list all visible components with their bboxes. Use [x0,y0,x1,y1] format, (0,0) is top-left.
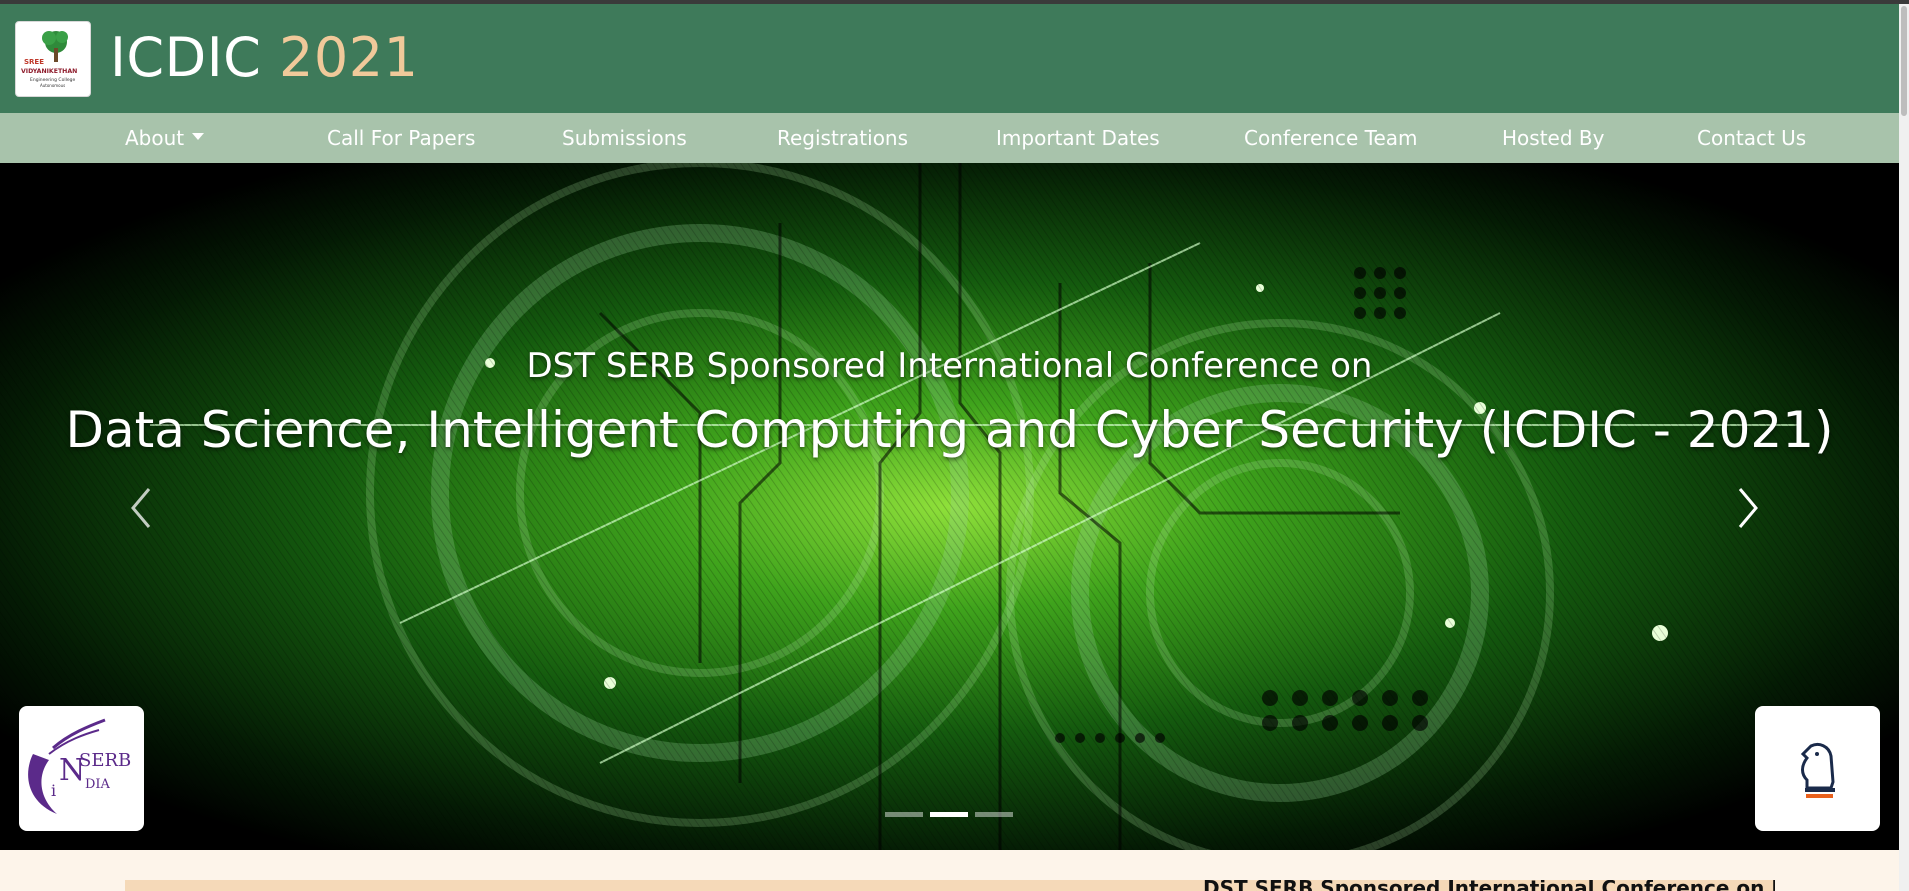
carousel-next-button[interactable] [1732,483,1762,533]
site-title[interactable]: ICDIC 2021 [110,26,418,90]
nav-item-about[interactable]: About [125,113,205,163]
india-logo-text: DIA [85,777,111,792]
carousel-indicator-3[interactable] [975,812,1013,817]
logo-text-line1: SREE [24,58,44,66]
serb-logo-icon: i N SERB DIA [28,718,131,814]
carousel-indicator-1[interactable] [885,812,923,817]
carousel-indicator-2[interactable] [930,812,968,817]
nav-item-registrations[interactable]: Registrations [777,113,908,163]
logo-text-line4: Autonomous [40,83,65,88]
nav-item-label: About [125,126,185,150]
circuit-background-image [0,163,1899,850]
page-scrollbar[interactable] [1899,4,1909,891]
marquee-text: DST SERB Sponsored International Confere… [1203,880,1775,891]
scrollbar-thumb[interactable] [1901,6,1907,116]
nav-item-hosted-by[interactable]: Hosted By [1502,113,1604,163]
serb-india-logo[interactable]: i N SERB DIA [19,706,144,831]
chess-knight-icon [1800,742,1835,798]
chevron-left-icon [131,488,151,528]
carousel-subtitle: DST SERB Sponsored International Confere… [526,346,1373,386]
main-nav: About Call For Papers Submissions Regist… [0,113,1899,163]
carousel-prev-button[interactable] [127,483,157,533]
caret-down-icon [192,133,205,140]
site-title-main: ICDIC [110,26,262,89]
site-header: SREE VIDYANIKETHAN Engineering College A… [0,4,1899,113]
nav-item-submissions[interactable]: Submissions [562,113,687,163]
host-logo[interactable] [1755,706,1880,831]
tree-logo-icon: SREE VIDYANIKETHAN Engineering College A… [21,31,77,88]
nav-item-conference-team[interactable]: Conference Team [1244,113,1418,163]
nav-item-call-for-papers[interactable]: Call For Papers [327,113,475,163]
carousel-title: Data Science, Intelligent Computing and … [65,401,1834,459]
chevron-right-icon [1738,488,1758,528]
news-marquee: DST SERB Sponsored International Confere… [125,880,1775,891]
hero-carousel: DST SERB Sponsored International Confere… [0,163,1899,850]
serb-logo-letter-i: i [51,781,56,800]
college-logo[interactable]: SREE VIDYANIKETHAN Engineering College A… [15,21,91,97]
logo-text-line2: VIDYANIKETHAN [21,68,77,75]
site-title-year: 2021 [279,26,419,89]
serb-logo-text: SERB [79,750,131,771]
nav-item-contact-us[interactable]: Contact Us [1697,113,1806,163]
nav-item-important-dates[interactable]: Important Dates [996,113,1160,163]
